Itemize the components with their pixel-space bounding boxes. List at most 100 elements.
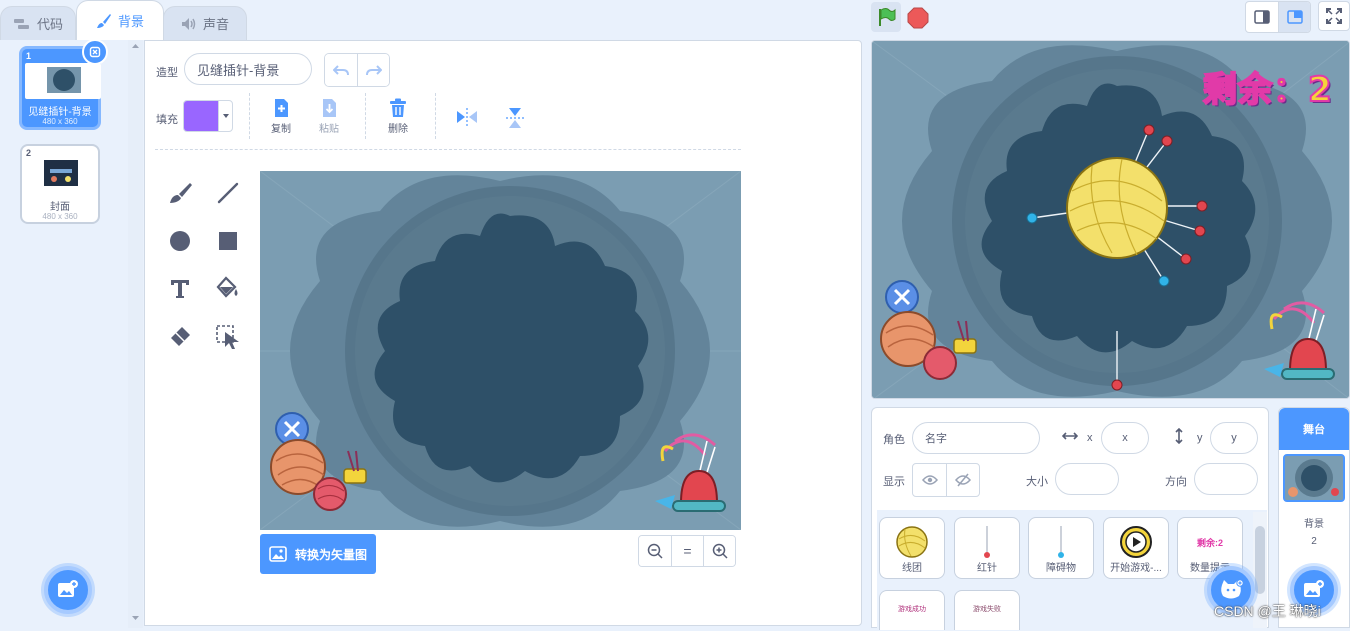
sprite-tile-start-game[interactable]: 开始游戏-...: [1103, 517, 1169, 579]
flip-horizontal-button[interactable]: [455, 106, 479, 128]
image-add-icon: [1304, 580, 1324, 597]
select-tool[interactable]: [212, 321, 244, 353]
sprite-thumbnail: 剩余:2: [1178, 524, 1242, 560]
backdrops-label: 背景: [1304, 519, 1324, 530]
sprite-list-scroll-thumb[interactable]: [1255, 526, 1265, 594]
convert-to-vector-button[interactable]: 转换为矢量图: [260, 534, 376, 574]
tab-backdrops-label: 背景: [117, 14, 144, 29]
y-input[interactable]: y: [1210, 422, 1258, 454]
chevron-down-icon: [218, 101, 232, 131]
speaker-icon: [181, 17, 196, 30]
show-label: 显示: [883, 476, 905, 488]
paint-canvas[interactable]: [260, 171, 741, 530]
toolbar-divider: [365, 93, 366, 139]
rectangle-tool[interactable]: [212, 225, 244, 257]
y-arrows-icon: [1174, 427, 1184, 447]
copy-icon: [275, 99, 288, 117]
sprite-thumbnail-text: 游戏失败: [973, 606, 1001, 613]
backdrop-thumbnail: [25, 63, 101, 99]
flip-vertical-button[interactable]: [504, 106, 526, 130]
backdrop-name: 封面: [50, 202, 70, 213]
zoom-in-icon: [712, 543, 728, 559]
sprite-thumbnail: [880, 524, 944, 560]
sprite-name: 红针: [977, 563, 997, 574]
small-stage-button[interactable]: [1246, 2, 1278, 32]
sprite-tile-yarn[interactable]: 线团: [879, 517, 945, 579]
hide-button[interactable]: [946, 464, 979, 496]
sprite-tile-red-pin[interactable]: 红针: [954, 517, 1020, 579]
fill-color-swatch: [184, 101, 218, 131]
direction-input[interactable]: [1194, 463, 1258, 495]
zoom-reset-button[interactable]: =: [671, 536, 703, 566]
text-tool[interactable]: [164, 273, 196, 305]
sprite-tile-fail[interactable]: 游戏失败: [954, 590, 1020, 630]
green-flag-button[interactable]: [871, 2, 901, 32]
delete-backdrop-button[interactable]: [82, 39, 108, 65]
backdrops-count: 2: [1311, 536, 1317, 547]
fill-tool[interactable]: [212, 273, 244, 305]
sprite-thumbnail-text: 游戏成功: [898, 606, 926, 613]
tab-backdrops[interactable]: 背景: [76, 0, 164, 40]
image-icon: [269, 546, 287, 562]
circle-icon: [170, 231, 190, 251]
x-label: x: [1087, 432, 1093, 444]
redo-button[interactable]: [357, 54, 389, 86]
paste-button[interactable]: 粘贴: [304, 98, 354, 135]
zoom-in-button[interactable]: [703, 536, 735, 566]
undo-button[interactable]: [325, 54, 357, 86]
show-button[interactable]: [913, 464, 946, 496]
backdrop-size: 480 x 360: [42, 212, 78, 221]
eraser-icon: [171, 327, 190, 346]
sprite-thumbnail: [955, 524, 1019, 560]
stage-size-toggle: [1245, 1, 1311, 33]
stage-thumbnail: [1283, 454, 1345, 502]
editor-tab-bar: 代码 背景 声音: [0, 0, 862, 40]
fullscreen-icon: [1326, 8, 1342, 24]
sprite-thumbnail-text: 剩余:2: [1196, 537, 1223, 548]
undo-redo-group: [324, 53, 390, 87]
backdrop-number: 2: [26, 148, 32, 158]
pincushion-decoration: [1264, 301, 1335, 380]
close-icon: [89, 46, 101, 58]
eraser-tool[interactable]: [164, 321, 196, 353]
yarn-decoration: [270, 412, 367, 511]
undo-icon: [333, 65, 349, 76]
stop-button[interactable]: [907, 7, 929, 29]
size-input[interactable]: [1055, 463, 1119, 495]
delete-button[interactable]: 删除: [373, 98, 423, 135]
backdrop-list-scrollbar[interactable]: [128, 40, 143, 628]
sprite-tile-obstacle[interactable]: 障碍物: [1028, 517, 1094, 579]
choose-backdrop-button[interactable]: [44, 566, 92, 614]
fill-color-picker[interactable]: [183, 100, 233, 132]
backdrop-tile-1[interactable]: 1 见缝插针-背景 480 x 360: [19, 39, 108, 130]
fill-label: 填充: [156, 114, 178, 126]
remaining-counter: 剩余：2: [1202, 69, 1333, 111]
tab-sounds[interactable]: 声音: [163, 6, 247, 40]
sprite-name-input[interactable]: 名字: [912, 422, 1040, 454]
circle-tool[interactable]: [164, 225, 196, 257]
sprite-name-label: 角色: [883, 434, 905, 446]
direction-label: 方向: [1165, 476, 1187, 488]
brush-tool[interactable]: [164, 177, 196, 209]
pincushion-decoration: [655, 433, 726, 512]
sprite-thumbnail: 游戏失败: [955, 599, 1019, 619]
sprite-tile-success[interactable]: 游戏成功: [879, 590, 945, 630]
backdrop-thumbnail: [44, 160, 78, 186]
backdrop-size: 480 x 360: [42, 117, 78, 126]
image-add-icon: [58, 580, 78, 597]
redo-icon: [365, 65, 382, 76]
tab-sounds-label: 声音: [202, 17, 229, 32]
backdrop-tile-2[interactable]: 2 封面 480 x 360: [20, 144, 100, 224]
zoom-controls: =: [638, 535, 736, 567]
x-input[interactable]: x: [1101, 422, 1149, 454]
zoom-out-button[interactable]: [639, 536, 671, 566]
costume-name-input[interactable]: 见缝插针-背景: [184, 53, 312, 85]
line-tool[interactable]: [212, 177, 244, 209]
tab-code[interactable]: 代码: [0, 6, 76, 40]
toolbar-divider: [249, 93, 250, 139]
fullscreen-button[interactable]: [1318, 1, 1350, 31]
eye-off-icon: [955, 473, 971, 487]
copy-button[interactable]: 复制: [256, 98, 306, 135]
normal-stage-button[interactable]: [1278, 2, 1310, 32]
stop-icon: [907, 7, 929, 29]
